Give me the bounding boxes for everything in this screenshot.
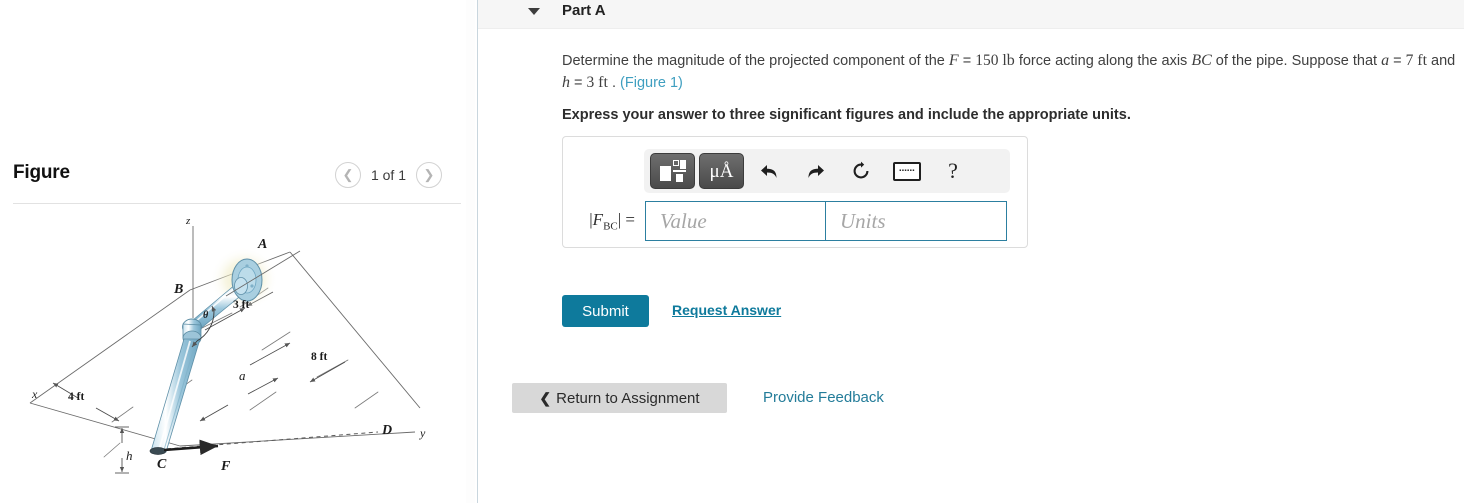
answer-value-input[interactable]: [645, 201, 825, 241]
figure-panel: Figure ❮ 1 of 1 ❯ z x y A B C D F a h θ …: [0, 0, 477, 503]
keyboard-glyph: ▪▪▪▪▪▪: [893, 161, 921, 181]
question-eq-2: =: [1389, 53, 1406, 69]
answer-instruction: Express your answer to three significant…: [562, 107, 1131, 123]
question-value-3: 3: [586, 74, 599, 91]
figure-label-dim-3ft: 3 ft: [233, 299, 249, 311]
answer-variable-label: |FBC| =: [577, 210, 645, 232]
figure-label-force-f: F: [220, 459, 231, 474]
figure-label-axis-z: z: [185, 215, 191, 227]
figure-image[interactable]: z x y A B C D F a h θ 3 ft 8 ft 4 ft: [0, 210, 477, 503]
figure-navigation: ❮ 1 of 1 ❯: [334, 162, 442, 188]
question-unit-ft-2: ft: [598, 74, 608, 91]
figure-label-point-a: A: [257, 237, 267, 252]
question-seg-4: and: [1427, 53, 1456, 69]
math-toolbar: μÅ ▪▪▪▪▪▪ ?: [644, 149, 1010, 193]
answer-equals-sign: =: [625, 209, 635, 229]
figure-counter: 1 of 1: [370, 167, 406, 183]
figure-label-point-b: B: [173, 282, 183, 297]
help-label: ?: [948, 158, 958, 183]
request-answer-link[interactable]: Request Answer: [672, 302, 781, 318]
question-var-bc: BC: [1191, 52, 1212, 69]
reset-circular-arrow-icon[interactable]: [840, 153, 882, 189]
figure-label-dim-a: a: [239, 368, 246, 383]
answer-entry-box: μÅ ▪▪▪▪▪▪ ? |FBC| = Value Units: [562, 136, 1028, 248]
question-seg-1: Determine the magnitude of the projected…: [562, 53, 949, 69]
question-unit-ft-1: ft: [1417, 52, 1428, 69]
answer-units-input[interactable]: [825, 201, 1007, 241]
figure-label-dim-8ft: 8 ft: [311, 351, 327, 363]
figure-label-theta: θ: [203, 310, 209, 321]
question-var-force: F: [948, 52, 959, 69]
redo-arrow-icon[interactable]: [794, 153, 836, 189]
part-title: Part A: [562, 2, 606, 19]
math-template-icon[interactable]: [650, 153, 695, 189]
help-question-mark-icon[interactable]: ?: [932, 153, 974, 189]
submit-button[interactable]: Submit: [562, 295, 649, 327]
figure-header: Figure ❮ 1 of 1 ❯: [13, 160, 461, 202]
answer-var-subscript: BC: [603, 220, 618, 233]
caret-down-icon[interactable]: [528, 8, 540, 15]
keyboard-icon[interactable]: ▪▪▪▪▪▪: [886, 153, 928, 189]
question-var-a: a: [1381, 52, 1390, 69]
figure-label-point-c: C: [157, 457, 167, 472]
template-blocks-glyph: [659, 160, 686, 182]
figure-prev-button[interactable]: ❮: [334, 162, 361, 188]
figure-1-link[interactable]: (Figure 1): [620, 75, 683, 91]
question-eq-3: =: [570, 75, 587, 91]
return-to-assignment-button[interactable]: ❮ Return to Assignment: [512, 383, 727, 413]
question-value-150: 150: [975, 52, 1003, 69]
answer-var-f: F: [592, 209, 604, 229]
figure-panel-title: Figure: [13, 162, 70, 183]
provide-feedback-link[interactable]: Provide Feedback: [763, 389, 884, 406]
question-seg-2: force acting along the axis: [1014, 53, 1192, 69]
return-to-assignment-label: Return to Assignment: [556, 389, 700, 407]
question-seg-3: of the pipe. Suppose that: [1211, 53, 1382, 69]
question-unit-lb: lb: [1002, 52, 1015, 69]
question-var-h: h: [562, 74, 570, 91]
left-panel-scrollbar[interactable]: [466, 0, 475, 503]
question-text: Determine the magnitude of the projected…: [562, 50, 1464, 94]
mastering-physics-problem-page: Figure ❮ 1 of 1 ❯ z x y A B C D F a h θ …: [0, 0, 1464, 503]
question-seg-5: .: [607, 75, 621, 91]
undo-arrow-icon[interactable]: [748, 153, 790, 189]
units-button[interactable]: μÅ: [699, 153, 744, 189]
figure-label-dim-h: h: [126, 448, 133, 463]
keyboard-keys: ▪▪▪▪▪▪: [899, 168, 915, 174]
figure-label-point-d: D: [381, 423, 392, 438]
abs-bar-close: |: [617, 209, 622, 229]
question-panel: Part A Determine the magnitude of the pr…: [478, 0, 1464, 503]
part-header-bar[interactable]: Part A: [478, 0, 1464, 29]
figure-next-button[interactable]: ❯: [416, 162, 442, 188]
question-eq-1: =: [958, 53, 976, 69]
figure-label-dim-4ft: 4 ft: [68, 391, 84, 403]
figure-label-axis-x: x: [31, 387, 38, 401]
chevron-left-icon: ❮: [539, 390, 552, 406]
figure-label-axis-y: y: [419, 426, 426, 440]
question-value-7: 7: [1405, 52, 1418, 69]
answer-row: |FBC| =: [577, 201, 1017, 241]
figure-header-divider: [13, 203, 461, 204]
units-button-label: μÅ: [709, 160, 734, 182]
